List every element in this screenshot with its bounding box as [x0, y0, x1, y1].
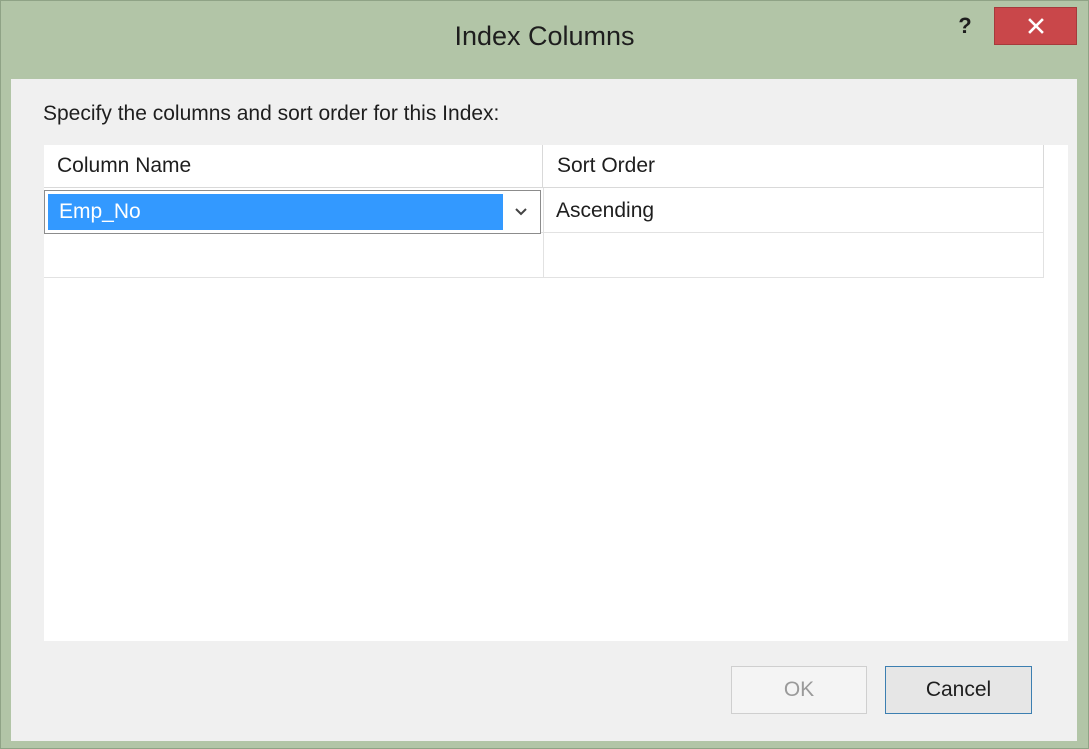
- index-columns-dialog: Index Columns ? Specify the columns and …: [0, 0, 1089, 749]
- cell-divider: [543, 233, 544, 277]
- sort-order-header[interactable]: Sort Order: [543, 145, 1044, 187]
- help-icon: ?: [958, 13, 972, 38]
- cancel-button[interactable]: Cancel: [885, 666, 1032, 714]
- title-bar: Index Columns ?: [1, 1, 1088, 79]
- cell-divider: [543, 188, 544, 232]
- column-name-dropdown[interactable]: Emp_No: [44, 190, 541, 234]
- column-name-header[interactable]: Column Name: [44, 145, 543, 187]
- sort-order-cell[interactable]: Ascending: [556, 188, 654, 233]
- dialog-body: Specify the columns and sort order for t…: [11, 79, 1077, 741]
- instruction-text: Specify the columns and sort order for t…: [43, 102, 500, 125]
- dialog-title: Index Columns: [454, 21, 635, 51]
- help-button[interactable]: ?: [945, 9, 985, 43]
- column-name-value[interactable]: Emp_No: [48, 194, 503, 230]
- chevron-down-icon: [515, 208, 527, 216]
- index-columns-grid: Column Name Sort Order Emp_No Ascending: [44, 145, 1068, 641]
- grid-header: Column Name Sort Order: [44, 145, 1044, 188]
- grid-row[interactable]: Emp_No Ascending: [44, 188, 1044, 234]
- close-icon: [1027, 18, 1044, 34]
- close-button[interactable]: [994, 7, 1077, 45]
- ok-button[interactable]: OK: [731, 666, 867, 714]
- dropdown-arrow-button[interactable]: [504, 194, 538, 230]
- grid-row[interactable]: [44, 233, 1044, 278]
